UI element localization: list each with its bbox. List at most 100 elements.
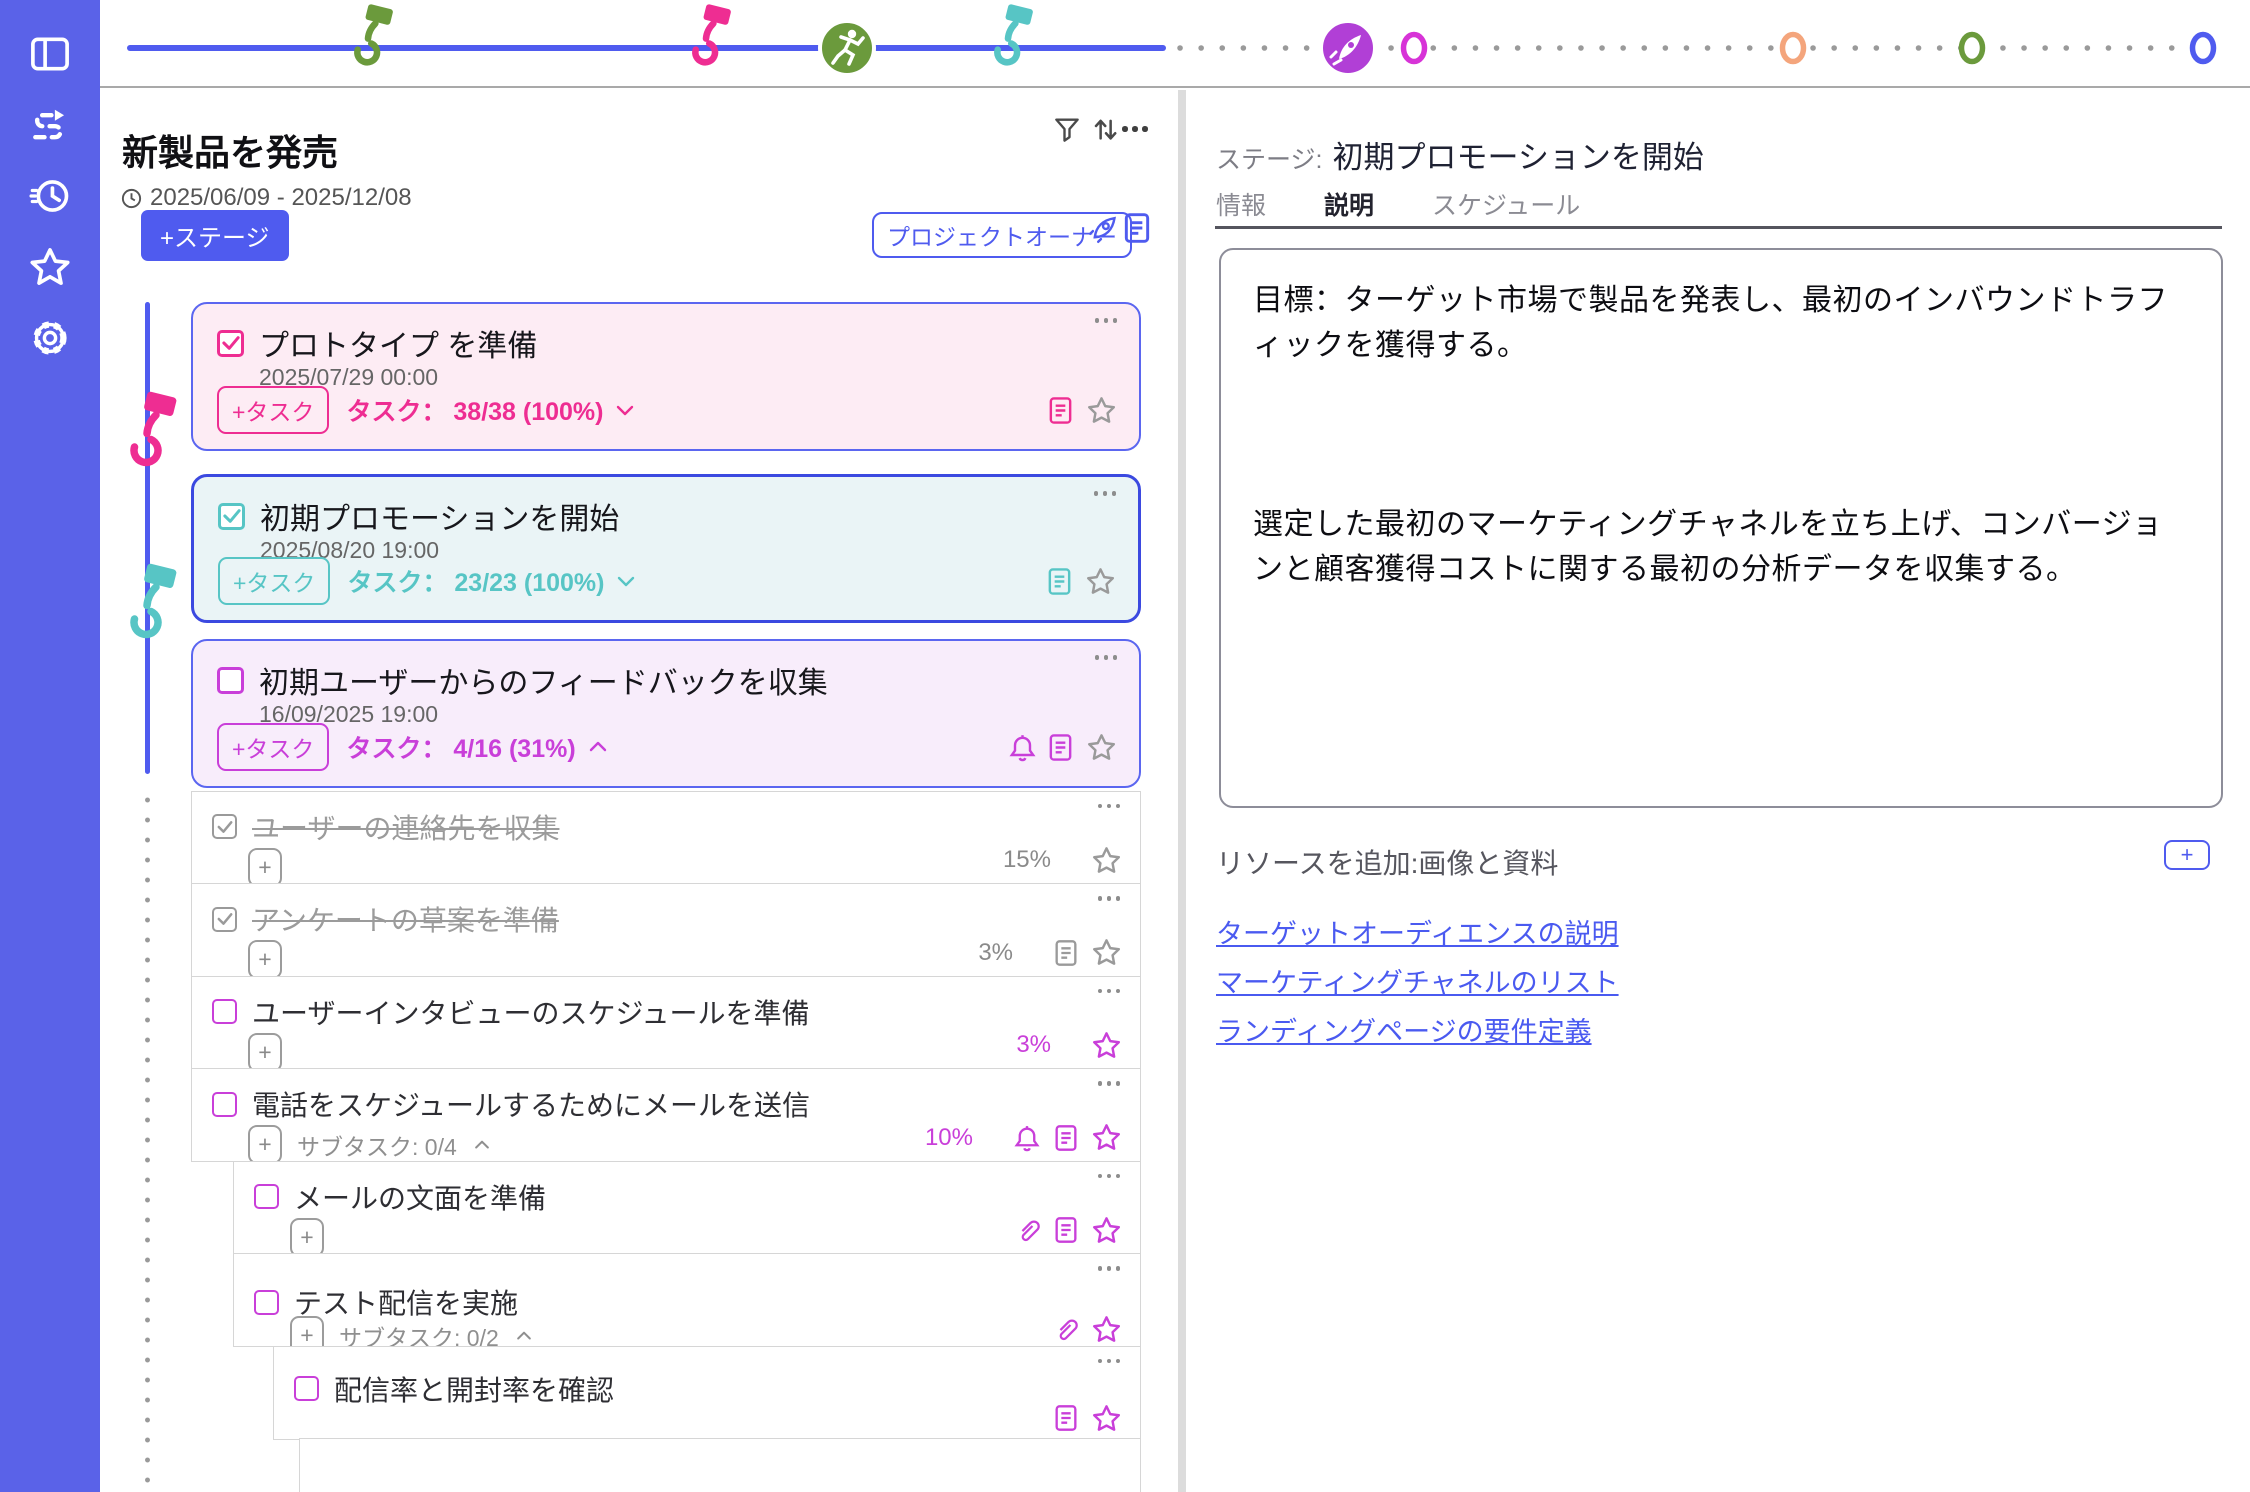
tab-info[interactable]: 情報 (1216, 186, 1266, 222)
resource-link[interactable]: ランディングページの要件定義 (1216, 1010, 1592, 1049)
favorites-star-icon[interactable] (28, 245, 72, 289)
milestone-pin-teal[interactable] (997, 4, 1033, 63)
task-checkbox[interactable] (294, 1376, 319, 1401)
stage-checkbox[interactable] (217, 667, 244, 694)
task-row[interactable]: テスト配信を実施 + サブタスク: 0/2 (233, 1253, 1141, 1347)
star-icon[interactable] (1091, 1030, 1122, 1061)
row-menu-icon[interactable] (1098, 989, 1121, 994)
chevron-down-icon[interactable] (614, 569, 638, 593)
stage-menu-icon[interactable] (1095, 655, 1118, 660)
star-icon[interactable] (1091, 937, 1122, 968)
star-icon[interactable] (1091, 1403, 1122, 1434)
star-icon[interactable] (1091, 1314, 1122, 1345)
task-title: アンケートの草案を準備 (252, 899, 559, 939)
task-checkbox[interactable] (212, 1092, 237, 1117)
resource-link[interactable]: マーケティングチャネルのリスト (1216, 961, 1619, 1000)
star-icon[interactable] (1085, 566, 1116, 597)
project-menu-icon[interactable] (1122, 126, 1148, 132)
add-subtask-button[interactable]: + (290, 1218, 324, 1257)
tabs-divider (1215, 226, 2222, 229)
row-menu-icon[interactable] (1098, 1359, 1121, 1364)
chevron-up-icon[interactable] (472, 1135, 492, 1155)
task-checkbox[interactable] (212, 814, 237, 839)
add-stage-button[interactable]: +ステージ (141, 210, 289, 261)
task-notes-icon[interactable] (1053, 1124, 1079, 1152)
add-task-button[interactable]: +タスク (217, 723, 329, 771)
tab-schedule[interactable]: スケジュール (1432, 186, 1580, 222)
row-menu-icon[interactable] (1098, 1174, 1121, 1179)
tab-description[interactable]: 説明 (1324, 186, 1374, 222)
add-subtask-button[interactable]: + (248, 940, 282, 979)
task-row[interactable]: アンケートの草案を準備 + 3% (191, 883, 1141, 977)
milestone-circle-magenta[interactable] (1404, 35, 1425, 62)
row-menu-icon[interactable] (1098, 804, 1121, 809)
task-row[interactable] (299, 1438, 1141, 1492)
star-icon[interactable] (1091, 1215, 1122, 1246)
project-notes-icon[interactable] (1122, 212, 1152, 244)
row-menu-icon[interactable] (1098, 1081, 1121, 1086)
milestone-circle-orange[interactable] (1783, 35, 1804, 62)
task-checkbox[interactable] (212, 999, 237, 1024)
stage-card-promotion[interactable]: 初期プロモーションを開始 2025/08/20 19:00 +タスク タスク： … (191, 474, 1141, 623)
task-row[interactable]: ユーザーインタビューのスケジュールを準備 + 3% (191, 976, 1141, 1070)
star-icon[interactable] (1086, 395, 1117, 426)
task-checkbox[interactable] (254, 1290, 279, 1315)
project-date-range: 2025/06/09 - 2025/12/08 (120, 184, 412, 212)
star-icon[interactable] (1091, 1122, 1122, 1153)
stage-checkbox[interactable] (218, 503, 245, 530)
milestone-pin-pink[interactable] (695, 4, 731, 63)
stage-card-feedback[interactable]: 初期ユーザーからのフィードバックを収集 16/09/2025 19:00 +タス… (191, 639, 1141, 788)
task-checkbox[interactable] (254, 1184, 279, 1209)
star-icon[interactable] (1086, 732, 1117, 763)
chevron-down-icon[interactable] (613, 398, 637, 422)
task-notes-icon[interactable] (1053, 1404, 1079, 1432)
milestone-circle-blue[interactable] (2193, 35, 2214, 62)
bell-icon[interactable] (1013, 1124, 1041, 1152)
row-menu-icon[interactable] (1098, 896, 1121, 901)
add-subtask-button[interactable]: + (248, 1033, 282, 1072)
chevron-up-icon[interactable] (586, 735, 610, 759)
add-resource-button[interactable]: + (2164, 840, 2210, 870)
stage-card-prototype[interactable]: プロトタイプ を準備 2025/07/29 00:00 +タスク タスク： 38… (191, 302, 1141, 451)
milestone-rocket-badge[interactable] (1321, 21, 1375, 75)
add-task-button[interactable]: +タスク (218, 557, 330, 605)
stage-notes-icon[interactable] (1047, 396, 1074, 425)
task-notes-icon[interactable] (1053, 1216, 1079, 1244)
task-title: 電話をスケジュールするためにメールを送信 (252, 1084, 810, 1124)
task-row[interactable]: 電話をスケジュールするためにメールを送信 + サブタスク: 0/4 10% (191, 1068, 1141, 1162)
stage-menu-icon[interactable] (1094, 491, 1117, 496)
add-task-button[interactable]: +タスク (217, 386, 329, 434)
history-clock-icon[interactable] (28, 174, 72, 218)
bell-icon[interactable] (1008, 733, 1037, 762)
row-menu-icon[interactable] (1098, 1266, 1121, 1271)
settings-gear-icon[interactable] (28, 316, 72, 360)
resource-link[interactable]: ターゲットオーディエンスの説明 (1216, 912, 1619, 951)
stage-menu-icon[interactable] (1095, 318, 1118, 323)
filter-icon[interactable] (1052, 114, 1082, 144)
milestone-pin-green[interactable] (357, 4, 393, 63)
project-panel: 新製品を発売 2025/06/09 - 2025/12/08 +ステージ プロジ… (100, 90, 1178, 1492)
task-checkbox[interactable] (212, 907, 237, 932)
stage-description-box[interactable]: 目標：ターゲット市場で製品を発表し、最初のインバウンドトラフィックを獲得する。 … (1219, 248, 2223, 808)
rocket-icon[interactable] (1088, 212, 1120, 244)
paperclip-icon[interactable] (1014, 1217, 1041, 1244)
workflow-route-icon[interactable] (28, 103, 72, 147)
paperclip-icon[interactable] (1052, 1316, 1079, 1343)
panel-resize-handle[interactable] (1178, 90, 1186, 1492)
milestone-runner-badge[interactable] (820, 21, 874, 75)
add-subtask-button[interactable]: + (248, 848, 282, 887)
stage-notes-icon[interactable] (1046, 567, 1073, 596)
task-notes-icon[interactable] (1053, 939, 1079, 967)
star-icon[interactable] (1091, 845, 1122, 876)
milestone-circle-green[interactable] (1962, 35, 1983, 62)
task-row[interactable]: メールの文面を準備 + (233, 1161, 1141, 1255)
task-row[interactable]: 配信率と開封率を確認 (273, 1346, 1141, 1440)
chevron-up-icon[interactable] (514, 1326, 534, 1346)
sort-icon[interactable] (1090, 114, 1120, 144)
milestone-timeline (100, 0, 2250, 88)
stage-notes-icon[interactable] (1047, 733, 1074, 762)
panel-toggle-icon[interactable] (28, 32, 72, 76)
stage-checkbox[interactable] (217, 330, 244, 357)
add-subtask-button[interactable]: + (248, 1125, 282, 1164)
task-row[interactable]: ユーザーの連絡先を収集 + 15% (191, 791, 1141, 885)
